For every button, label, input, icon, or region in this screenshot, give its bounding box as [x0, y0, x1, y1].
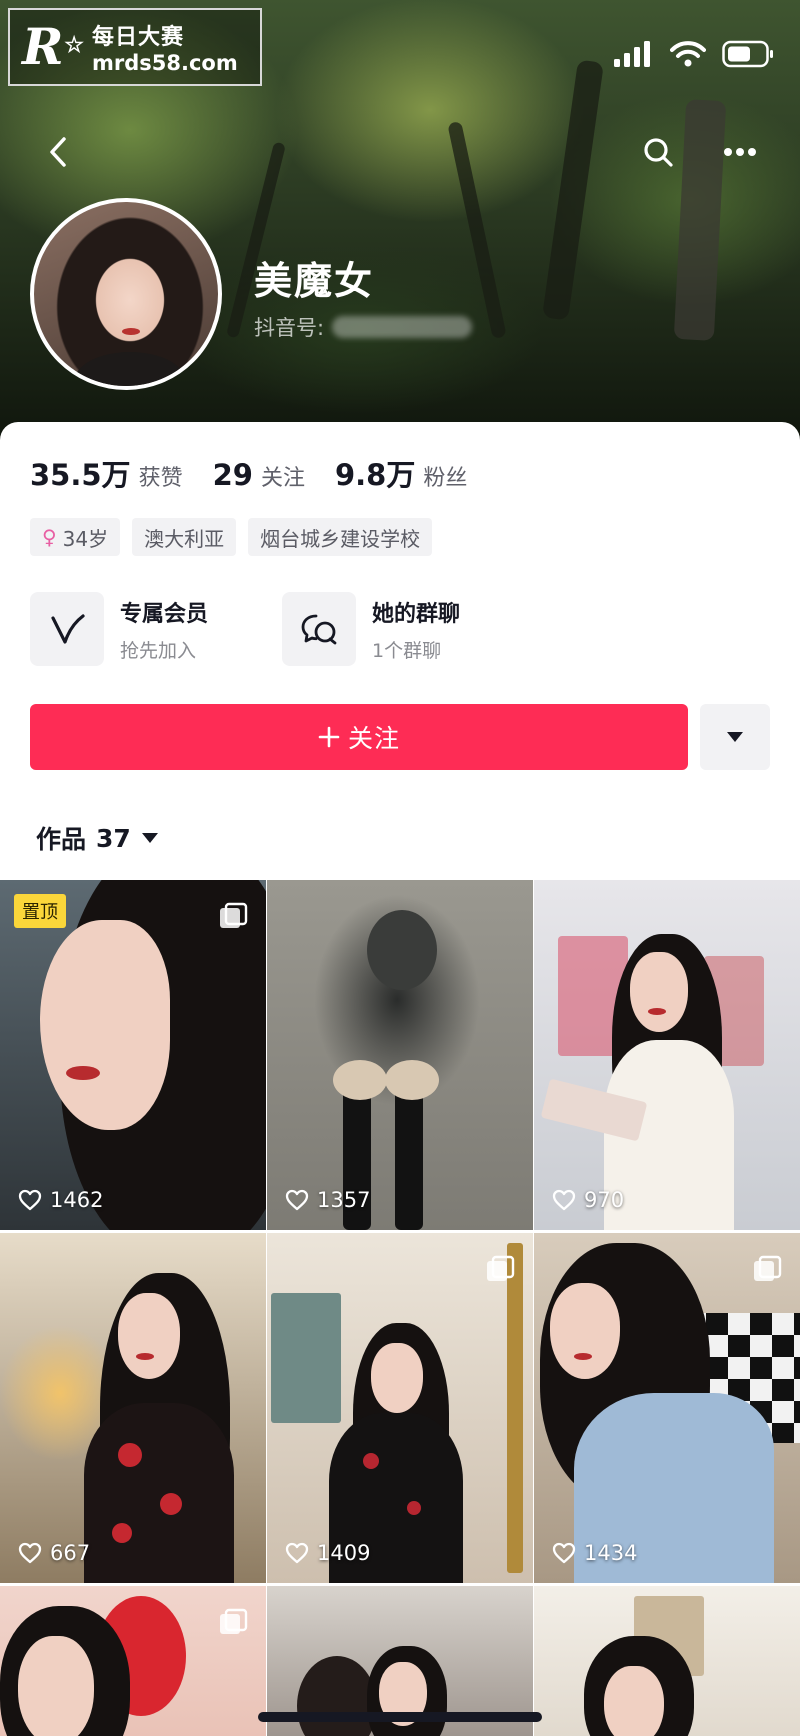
tag-age-text: 34岁	[62, 526, 109, 551]
video-likes-count: 667	[50, 1541, 91, 1565]
video-thumbnail[interactable]: 970	[534, 880, 800, 1230]
stat-followers[interactable]: 9.8万 粉丝	[335, 452, 467, 494]
status-bar	[614, 40, 774, 68]
douyin-id[interactable]: 抖音号:	[254, 312, 473, 342]
video-grid: 置顶 1462 1357 970 667 1409 1434	[0, 880, 800, 1736]
group-chat-entry[interactable]: 她的群聊 1个群聊	[282, 592, 460, 666]
watermark-logo: R ☆	[22, 17, 84, 76]
watermark-title: 每日大赛	[92, 25, 185, 50]
video-likes: 667	[18, 1541, 90, 1565]
video-likes-count: 1434	[584, 1541, 638, 1565]
video-likes: 1434	[552, 1541, 637, 1565]
video-thumbnail[interactable]: 1409	[267, 1233, 533, 1583]
female-icon: ♀	[42, 525, 57, 549]
video-likes-count: 1357	[317, 1188, 371, 1212]
more-options-button[interactable]	[718, 130, 762, 174]
battery-icon	[722, 40, 773, 68]
video-thumbnail[interactable]: 置顶 1462	[0, 880, 266, 1230]
profile-tags: ♀ 34岁 澳大利亚 烟台城乡建设学校	[30, 518, 433, 556]
group-chat-subtitle: 1个群聊	[372, 639, 442, 662]
heart-icon	[552, 1189, 576, 1211]
multi-image-icon	[752, 1255, 782, 1289]
video-likes: 1462	[18, 1188, 103, 1212]
douyin-id-label: 抖音号:	[254, 316, 325, 340]
membership-entry[interactable]: 专属会员 抢先加入	[30, 592, 208, 666]
back-arrow-icon	[50, 137, 66, 167]
multi-image-icon	[218, 902, 248, 936]
video-likes: 1357	[285, 1188, 370, 1212]
stat-likes-value: 35.5万	[30, 458, 131, 492]
membership-subtitle: 抢先加入	[120, 639, 197, 662]
stat-following-label: 关注	[260, 466, 305, 491]
profile-cover: R ☆ 每日大赛 mrds58.com 美魔女 抖音号:	[0, 0, 800, 440]
chevron-down-icon	[141, 833, 158, 843]
video-thumbnail[interactable]: 1357	[267, 880, 533, 1230]
video-likes: 1409	[285, 1541, 370, 1565]
profile-name: 美魔女	[254, 259, 375, 303]
tag-school-text: 烟台城乡建设学校	[260, 526, 421, 551]
multi-image-icon	[485, 1255, 515, 1289]
signal-icon	[614, 41, 650, 67]
heart-icon	[285, 1542, 309, 1564]
tag-school[interactable]: 烟台城乡建设学校	[248, 518, 433, 556]
stat-likes-label: 获赞	[138, 466, 183, 491]
stat-following[interactable]: 29 关注	[213, 458, 305, 492]
heart-icon	[18, 1542, 42, 1564]
recommend-dropdown-button[interactable]	[700, 704, 770, 770]
douyin-id-blurred	[332, 316, 473, 338]
video-likes-count: 1409	[317, 1541, 371, 1565]
follow-button-label: 关注	[347, 724, 400, 753]
tag-location: 澳大利亚	[132, 518, 237, 556]
wifi-icon	[670, 41, 706, 67]
video-likes-count: 1462	[50, 1188, 104, 1212]
stat-followers-value: 9.8万	[334, 458, 416, 492]
group-chat-icon	[301, 614, 337, 645]
stat-followers-label: 粉丝	[423, 466, 468, 491]
video-thumbnail[interactable]: 667	[0, 1233, 266, 1583]
video-thumbnail[interactable]	[534, 1586, 800, 1736]
search-icon	[644, 138, 673, 167]
video-likes: 970	[552, 1188, 624, 1212]
video-thumbnail[interactable]	[0, 1586, 266, 1736]
tab-works[interactable]: 作品 37	[36, 820, 159, 856]
pinned-badge: 置顶	[14, 894, 66, 928]
dropdown-triangle-icon	[727, 732, 743, 742]
watermark-url: mrds58.com	[92, 51, 238, 75]
stat-likes: 35.5万 获赞	[30, 452, 183, 494]
search-button[interactable]	[636, 130, 680, 174]
follow-button[interactable]: 关注	[30, 704, 688, 770]
heart-icon	[285, 1189, 309, 1211]
back-button[interactable]	[36, 130, 80, 174]
tag-location-text: 澳大利亚	[144, 526, 225, 551]
tab-works-label: 作品	[36, 825, 87, 854]
profile-stats: 35.5万 获赞 29 关注 9.8万 粉丝	[30, 452, 467, 494]
home-indicator[interactable]	[258, 1712, 542, 1722]
stat-following-value: 29	[212, 458, 253, 492]
membership-icon-box	[30, 592, 104, 666]
tag-age: ♀ 34岁	[30, 518, 121, 556]
watermark: R ☆ 每日大赛 mrds58.com	[8, 8, 262, 86]
membership-v-icon	[51, 614, 85, 644]
group-chat-title: 她的群聊	[372, 601, 461, 627]
group-chat-icon-box	[282, 592, 356, 666]
video-likes-count: 970	[584, 1188, 625, 1212]
video-thumbnail[interactable]: 1434	[534, 1233, 800, 1583]
membership-title: 专属会员	[120, 601, 209, 627]
more-icon	[724, 148, 756, 156]
avatar[interactable]	[30, 198, 222, 390]
tab-works-count: 37	[96, 823, 131, 853]
multi-image-icon	[218, 1608, 248, 1642]
plus-icon	[318, 726, 340, 748]
heart-icon	[552, 1542, 576, 1564]
heart-icon	[18, 1189, 42, 1211]
